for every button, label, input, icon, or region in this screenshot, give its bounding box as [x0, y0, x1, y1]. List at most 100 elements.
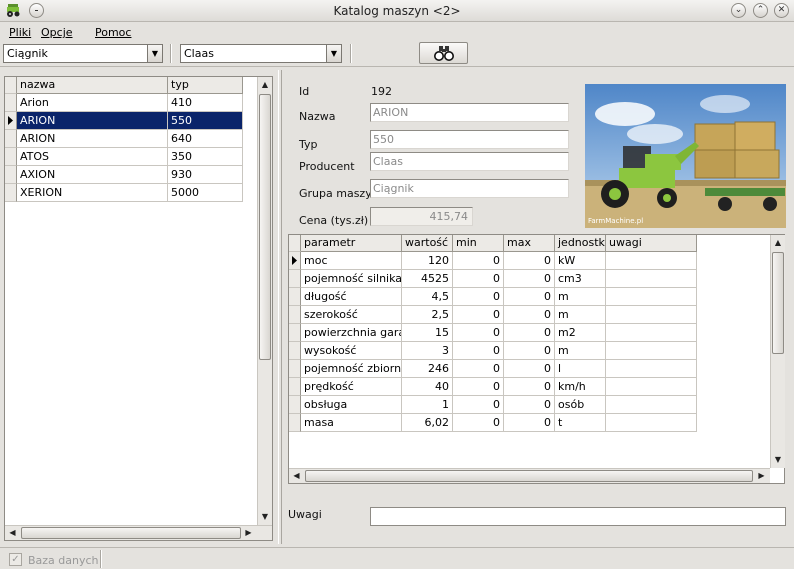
scroll-down-icon[interactable]: ▼	[258, 509, 272, 524]
search-button[interactable]	[419, 42, 468, 64]
nazwa-field-value: ARION	[373, 106, 409, 119]
column-header-nazwa[interactable]: nazwa	[17, 77, 168, 94]
cell-min: 0	[453, 414, 504, 432]
list-horizontal-scrollbar[interactable]: ◀ ▶	[5, 525, 272, 540]
typ-label: Typ	[299, 138, 318, 151]
cell-uwagi	[606, 396, 697, 414]
scroll-right-icon[interactable]: ▶	[241, 526, 256, 540]
window-title: Katalog maszyn <2>	[333, 4, 461, 18]
column-header-uwagi[interactable]: uwagi	[606, 235, 697, 252]
scroll-left-icon[interactable]: ◀	[5, 526, 20, 540]
id-label: Id	[299, 85, 310, 98]
scroll-left-icon[interactable]: ◀	[289, 469, 304, 483]
scroll-right-icon[interactable]: ▶	[754, 469, 769, 483]
binoculars-icon	[434, 46, 454, 61]
maximize-icon[interactable]: ⌃	[753, 3, 768, 18]
dropdown-arrow-icon[interactable]: ▼	[147, 45, 162, 62]
cell-wartosc: 15	[402, 324, 453, 342]
status-divider	[100, 550, 102, 568]
row-indicator	[289, 396, 301, 414]
cell-parametr: wysokość	[301, 342, 402, 360]
cell-parametr: długość	[301, 288, 402, 306]
scroll-thumb[interactable]	[772, 252, 784, 354]
cell-jednostka: m	[555, 306, 606, 324]
uwagi-label: Uwagi	[288, 508, 322, 521]
cena-field[interactable]: 415,74	[370, 207, 473, 226]
nazwa-label: Nazwa	[299, 110, 336, 123]
nazwa-field[interactable]: ARION	[370, 103, 569, 122]
list-vertical-scrollbar[interactable]: ▲ ▼	[257, 77, 272, 525]
cell-wartosc: 1	[402, 396, 453, 414]
cell-min: 0	[453, 270, 504, 288]
grupa-field[interactable]: Ciągnik	[370, 179, 569, 198]
category-select[interactable]: Ciągnik ▼	[3, 44, 163, 63]
header-corner	[289, 235, 301, 252]
row-indicator	[289, 378, 301, 396]
cell-min: 0	[453, 252, 504, 270]
params-vertical-scrollbar[interactable]: ▲ ▼	[770, 235, 785, 468]
cell-min: 0	[453, 342, 504, 360]
menu-pliki[interactable]: Pliki	[9, 26, 31, 39]
cell-min: 0	[453, 378, 504, 396]
cell-nazwa: ATOS	[17, 148, 168, 166]
menu-bar: Pliki Opcje Pomoc	[0, 22, 794, 41]
cell-uwagi	[606, 270, 697, 288]
cell-parametr: pojemność silnika	[301, 270, 402, 288]
scroll-thumb[interactable]	[305, 470, 753, 482]
cell-nazwa: AXION	[17, 166, 168, 184]
cell-max: 0	[504, 360, 555, 378]
row-indicator	[5, 166, 17, 184]
checkbox-icon[interactable]: ✓	[9, 553, 22, 566]
column-header-typ[interactable]: typ	[168, 77, 243, 94]
typ-field[interactable]: 550	[370, 130, 569, 149]
list-header: nazwa typ	[5, 77, 243, 94]
typ-field-value: 550	[373, 133, 394, 146]
cena-label: Cena (tys.zł)	[299, 214, 369, 227]
cell-max: 0	[504, 324, 555, 342]
cell-jednostka: m2	[555, 324, 606, 342]
menu-opcje-label: Opcje	[41, 26, 73, 39]
producent-field[interactable]: Claas	[370, 152, 569, 171]
close-icon[interactable]: ✕	[774, 3, 789, 18]
scroll-up-icon[interactable]: ▲	[258, 77, 272, 92]
cell-parametr: pojemność zbiornika	[301, 360, 402, 378]
row-indicator	[5, 94, 17, 112]
cell-max: 0	[504, 414, 555, 432]
cell-wartosc: 40	[402, 378, 453, 396]
id-value: 192	[371, 85, 392, 98]
machine-list-grid[interactable]: nazwa typ Arion 410 ARION 550 ARION 640 …	[4, 76, 273, 541]
dropdown-arrow-icon[interactable]: ▼	[326, 45, 341, 62]
producer-select[interactable]: Claas ▼	[180, 44, 342, 63]
cell-wartosc: 4,5	[402, 288, 453, 306]
minimize-icon[interactable]: ⌄	[731, 3, 746, 18]
scroll-thumb[interactable]	[259, 94, 271, 360]
params-horizontal-scrollbar[interactable]: ◀ ▶	[289, 468, 770, 483]
menu-opcje[interactable]: Opcje	[41, 26, 73, 39]
scroll-up-icon[interactable]: ▲	[771, 235, 785, 250]
pane-splitter[interactable]	[278, 70, 282, 544]
column-header-wartosc[interactable]: wartość	[402, 235, 453, 252]
cell-max: 0	[504, 288, 555, 306]
cell-max: 0	[504, 270, 555, 288]
column-header-jednostka[interactable]: jednostka	[555, 235, 606, 252]
cell-uwagi	[606, 288, 697, 306]
column-header-min[interactable]: min	[453, 235, 504, 252]
params-header: parametr wartość min max jednostka uwagi	[289, 235, 697, 252]
column-header-max[interactable]: max	[504, 235, 555, 252]
cell-min: 0	[453, 360, 504, 378]
cell-nazwa: Arion	[17, 94, 168, 112]
cell-min: 0	[453, 324, 504, 342]
machine-photo: FarmMachine.pl	[585, 84, 786, 228]
column-header-parametr[interactable]: parametr	[301, 235, 402, 252]
uwagi-field[interactable]	[370, 507, 786, 526]
photo-watermark: FarmMachine.pl	[588, 217, 643, 225]
scroll-down-icon[interactable]: ▼	[771, 452, 785, 467]
menu-pomoc[interactable]: Pomoc	[95, 26, 131, 39]
scroll-thumb[interactable]	[21, 527, 241, 539]
grupa-label: Grupa maszyn	[299, 187, 379, 200]
cell-min: 0	[453, 396, 504, 414]
cell-typ: 410	[168, 94, 243, 112]
cell-typ: 930	[168, 166, 243, 184]
cell-max: 0	[504, 306, 555, 324]
parameters-grid[interactable]: parametr wartość min max jednostka uwagi…	[288, 234, 785, 484]
